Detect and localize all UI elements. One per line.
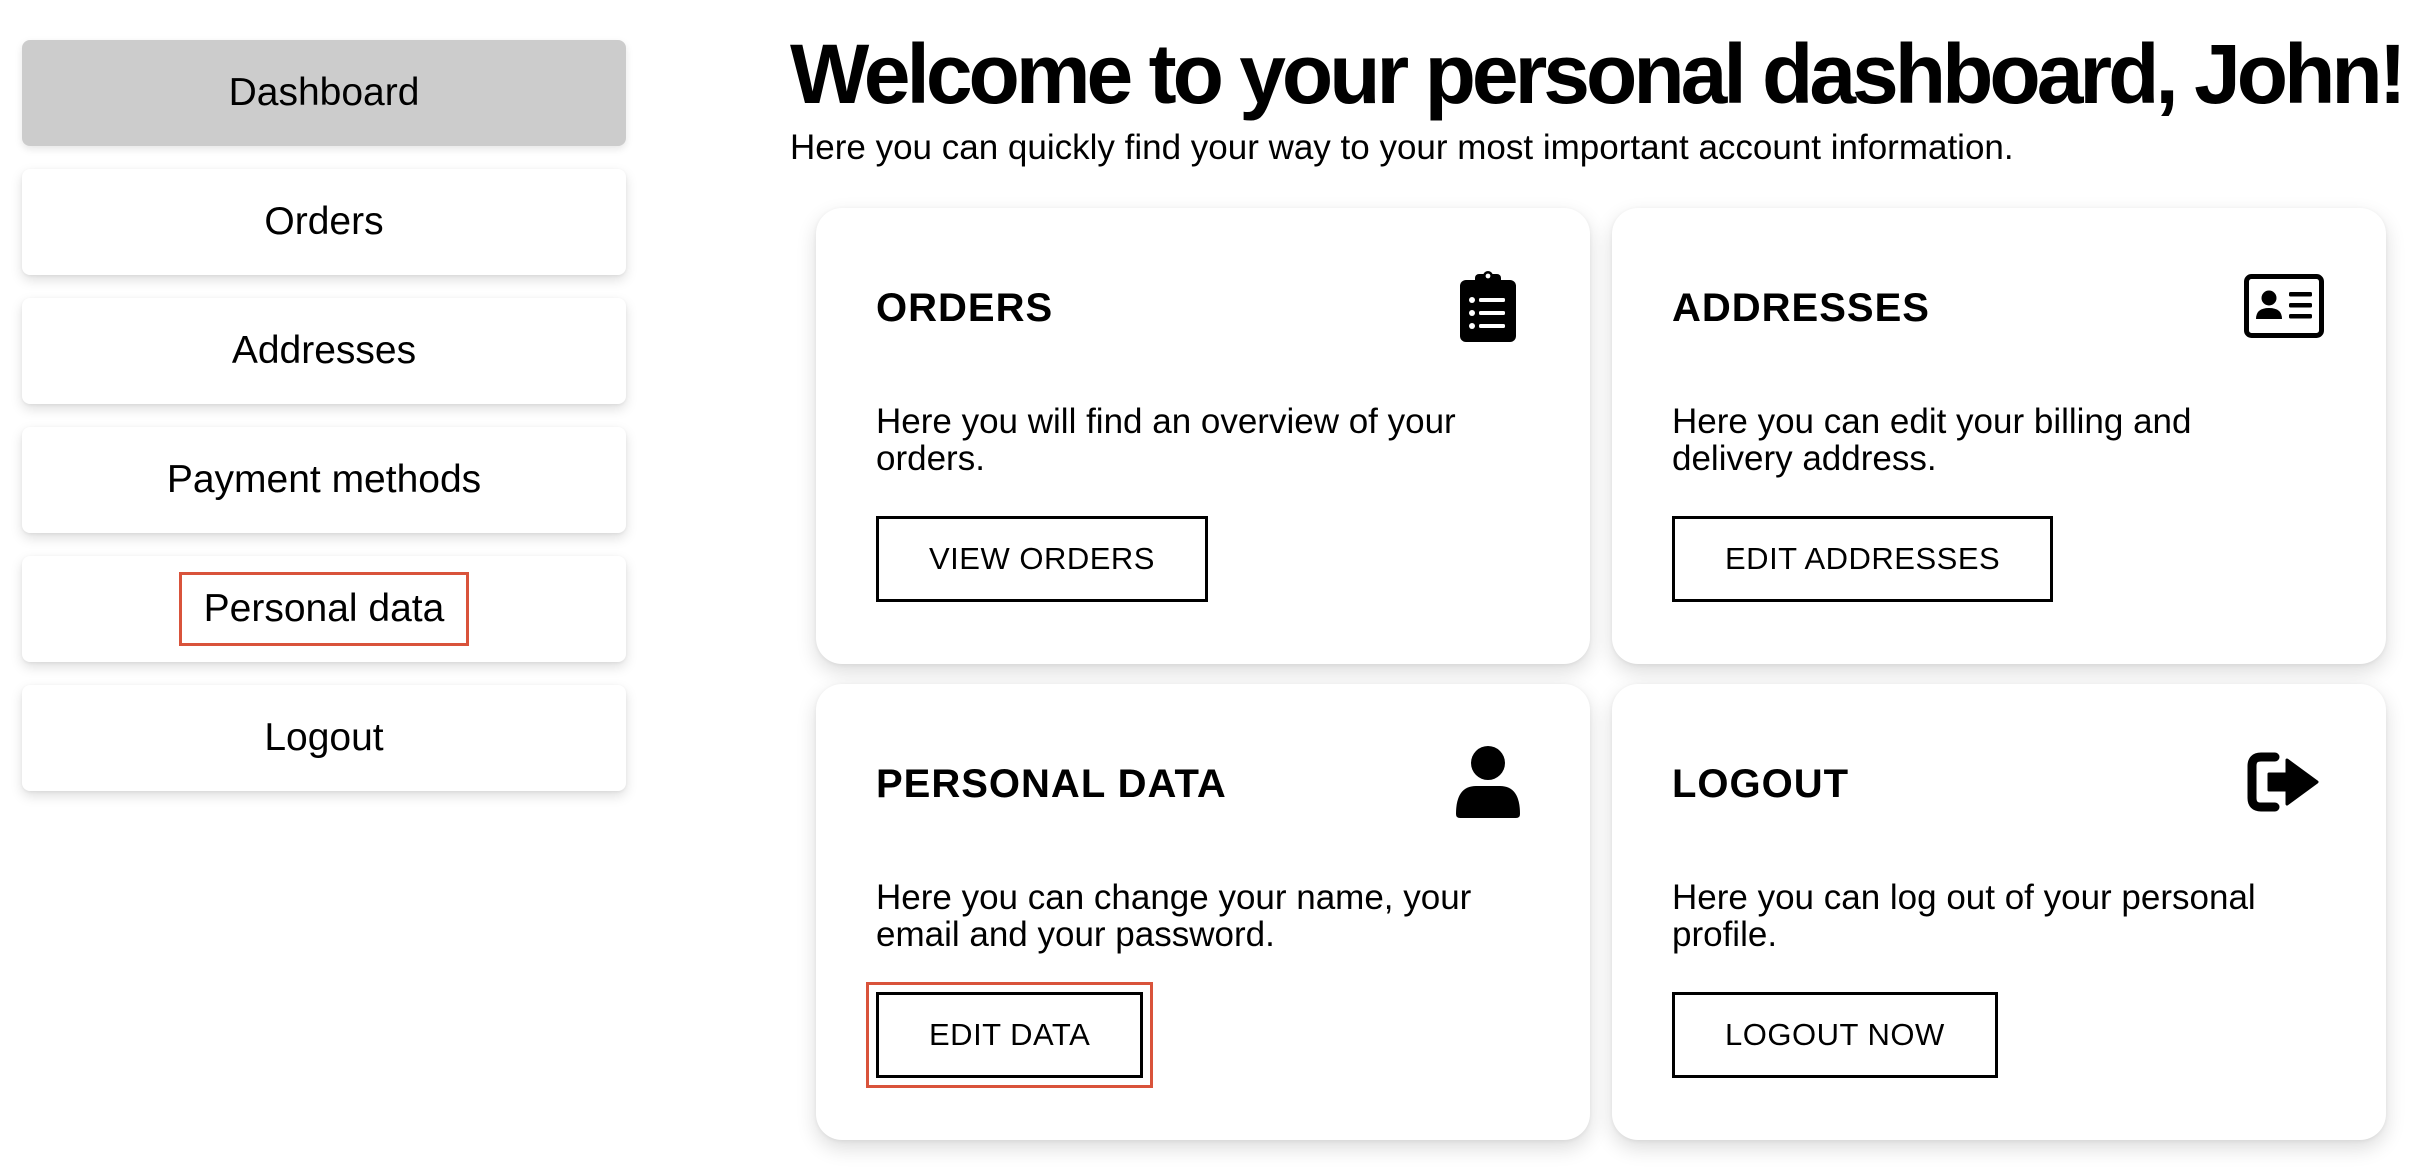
personal-data-card: PERSONAL DATA Here you can change your n… <box>816 684 1590 1140</box>
sidebar-item-personal-data[interactable]: Personal data <box>22 556 626 662</box>
logout-now-button[interactable]: LOGOUT NOW <box>1672 992 1998 1078</box>
sidebar-item-payment-methods[interactable]: Payment methods <box>22 427 626 533</box>
card-description: Here you can change your name, your emai… <box>876 878 1472 954</box>
sidebar-item-label: Orders <box>264 200 384 243</box>
clipboard-list-icon <box>1448 266 1528 346</box>
button-wrapper: VIEW ORDERS <box>876 516 1208 602</box>
sidebar-item-label: Logout <box>264 716 384 759</box>
card-title: ORDERS <box>876 286 1054 330</box>
button-wrapper: EDIT DATA <box>866 982 1154 1088</box>
user-icon <box>1448 742 1528 822</box>
button-wrapper: EDIT ADDRESSES <box>1672 516 2054 602</box>
edit-data-button[interactable]: EDIT DATA <box>876 992 1144 1078</box>
sidebar-item-label: Personal data <box>178 572 470 646</box>
card-description: Here you can edit your billing and deliv… <box>1672 402 2192 478</box>
sign-out-icon <box>2244 742 2324 822</box>
card-title: LOGOUT <box>1672 762 1850 806</box>
sidebar-item-dashboard[interactable]: Dashboard <box>22 40 626 146</box>
orders-card: ORDERS Here you will find an overview of… <box>816 208 1590 664</box>
card-title: ADDRESSES <box>1672 286 1930 330</box>
card-description: Here you will find an overview of your o… <box>876 402 1456 478</box>
addresses-card: ADDRESSES Here you can edit your billing… <box>1612 208 2386 664</box>
sidebar-item-label: Dashboard <box>228 71 420 114</box>
sidebar-item-label: Payment methods <box>166 458 482 501</box>
logout-card: LOGOUT Here you can log out of your pers… <box>1612 684 2386 1140</box>
sidebar-item-logout[interactable]: Logout <box>22 685 626 791</box>
card-title: PERSONAL DATA <box>876 762 1227 806</box>
sidebar-item-orders[interactable]: Orders <box>22 169 626 275</box>
edit-addresses-button[interactable]: EDIT ADDRESSES <box>1672 516 2054 602</box>
card-description: Here you can log out of your personal pr… <box>1672 878 2256 954</box>
sidebar-item-label: Addresses <box>231 329 417 372</box>
page-subtitle: Here you can quickly find your way to yo… <box>790 128 2014 167</box>
address-card-icon <box>2244 266 2324 346</box>
button-wrapper: LOGOUT NOW <box>1672 992 1998 1078</box>
sidebar-nav: Dashboard Orders Addresses Payment metho… <box>22 40 626 814</box>
view-orders-button[interactable]: VIEW ORDERS <box>876 516 1208 602</box>
dashboard-page: Dashboard Orders Addresses Payment metho… <box>0 0 2422 1174</box>
page-title: Welcome to your personal dashboard, John… <box>790 27 2407 121</box>
sidebar-item-addresses[interactable]: Addresses <box>22 298 626 404</box>
